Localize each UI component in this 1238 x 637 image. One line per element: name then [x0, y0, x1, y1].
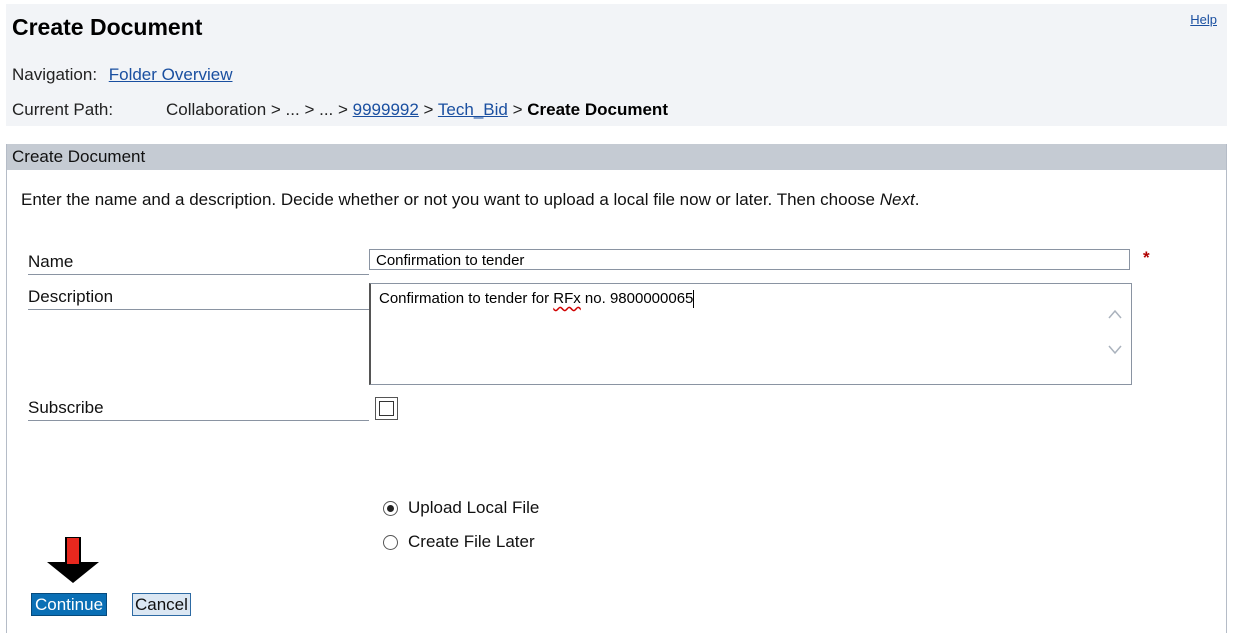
description-label: Description	[28, 287, 369, 310]
scroll-down-icon[interactable]	[1107, 344, 1123, 358]
name-field[interactable]: Confirmation to tender	[369, 249, 1130, 270]
name-label: Name	[28, 252, 369, 275]
scroll-up-icon[interactable]	[1107, 308, 1123, 322]
section-title: Create Document	[7, 144, 1226, 170]
checkbox-square-icon	[379, 401, 394, 416]
text-caret	[693, 290, 695, 309]
folder-overview-link[interactable]: Folder Overview	[109, 65, 233, 84]
radio-upload-local-file[interactable]: Upload Local File	[383, 498, 539, 518]
breadcrumb-link-tech-bid[interactable]: Tech_Bid	[438, 100, 508, 119]
breadcrumb-prefix: Collaboration > ... > ... >	[166, 100, 353, 119]
header-panel: Create Document Help Navigation: Folder …	[6, 4, 1227, 126]
radio-create-file-later[interactable]: Create File Later	[383, 532, 535, 552]
help-link[interactable]: Help	[1190, 12, 1217, 27]
breadcrumb-link-9999992[interactable]: 9999992	[353, 100, 419, 119]
breadcrumb-separator: >	[418, 100, 438, 119]
page-title: Create Document	[12, 14, 203, 40]
instructions-text: Enter the name and a description. Decide…	[21, 190, 920, 209]
radio-label: Create File Later	[408, 532, 535, 551]
create-document-section: Create Document Enter the name and a des…	[6, 144, 1227, 633]
description-text: Confirmation to tender for RFx no. 98000…	[379, 290, 695, 309]
radio-button-icon[interactable]	[383, 500, 398, 516]
down-arrow-icon	[47, 537, 99, 583]
description-field[interactable]: Confirmation to tender for RFx no. 98000…	[369, 283, 1132, 385]
cancel-button[interactable]: Cancel	[132, 593, 191, 616]
subscribe-checkbox[interactable]	[375, 397, 398, 420]
misspelled-word: RFx	[553, 290, 581, 307]
navigation-label: Navigation:	[12, 65, 98, 84]
breadcrumb: Current Path: Collaboration > ... > ... >…	[12, 100, 668, 120]
breadcrumb-separator: >	[507, 100, 528, 119]
breadcrumb-label: Current Path:	[12, 100, 114, 119]
continue-button[interactable]: Continue	[31, 593, 108, 616]
subscribe-label: Subscribe	[28, 398, 369, 421]
breadcrumb-current: Create Document	[527, 100, 668, 119]
radio-button-icon[interactable]	[383, 534, 398, 550]
radio-label: Upload Local File	[408, 498, 540, 517]
required-indicator: *	[1143, 248, 1150, 267]
navigation-row: Navigation: Folder Overview	[12, 65, 233, 85]
